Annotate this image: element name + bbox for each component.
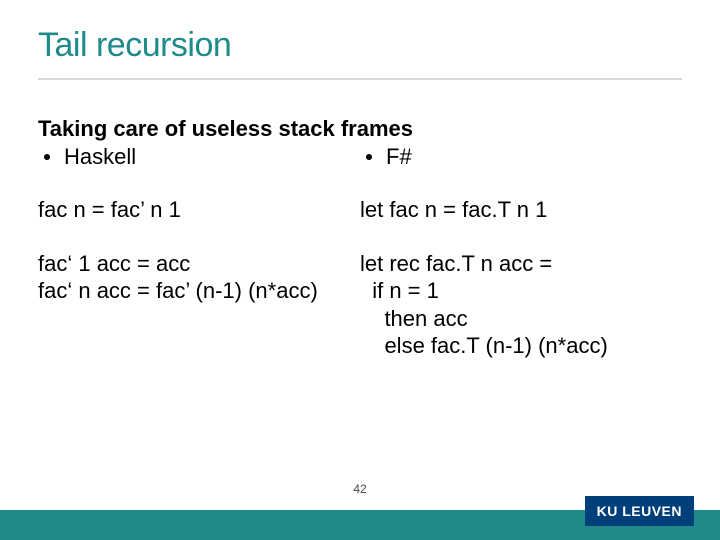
- code-left-block: fac‘ 1 acc = acc fac‘ n acc = fac’ (n-1)…: [38, 250, 360, 305]
- column-left: Haskell fac n = fac’ n 1 fac‘ 1 acc = ac…: [38, 144, 360, 360]
- brand-badge: KU LEUVEN: [585, 496, 694, 526]
- code-left-line1: fac n = fac’ n 1: [38, 196, 360, 224]
- bullet-left-label: Haskell: [64, 144, 136, 170]
- bullet-right: F#: [360, 144, 682, 170]
- slide-body: Taking care of useless stack frames Hask…: [38, 116, 682, 360]
- bullet-right-label: F#: [386, 144, 412, 170]
- columns: Haskell fac n = fac’ n 1 fac‘ 1 acc = ac…: [38, 144, 682, 360]
- subtitle: Taking care of useless stack frames: [38, 116, 682, 142]
- bullet-left: Haskell: [38, 144, 360, 170]
- code-right-block: let rec fac.T n acc = if n = 1 then acc …: [360, 250, 682, 360]
- bullet-dot-icon: [366, 154, 372, 160]
- slide: Tail recursion Taking care of useless st…: [0, 0, 720, 540]
- bullet-dot-icon: [44, 154, 50, 160]
- slide-title: Tail recursion: [38, 26, 231, 65]
- column-right: F# let fac n = fac.T n 1 let rec fac.T n…: [360, 144, 682, 360]
- page-number: 42: [0, 482, 720, 496]
- code-right-line1: let fac n = fac.T n 1: [360, 196, 682, 224]
- title-underline: [38, 78, 682, 80]
